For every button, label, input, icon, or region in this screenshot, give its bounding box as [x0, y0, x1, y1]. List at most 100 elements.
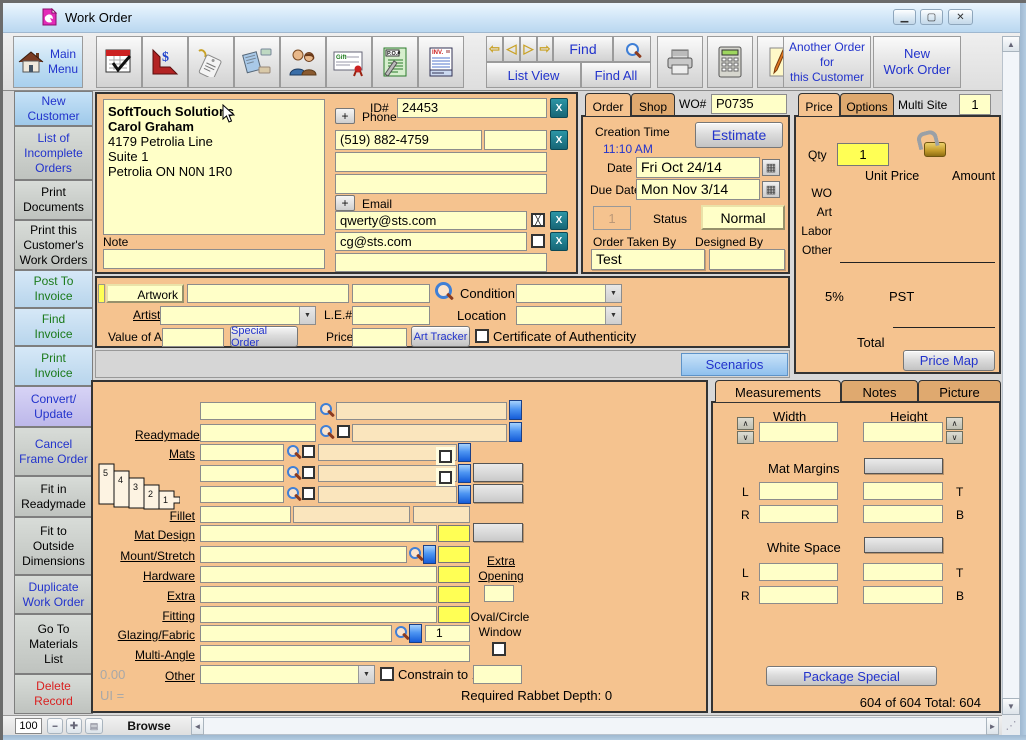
- multi-site-field[interactable]: 1: [959, 94, 991, 115]
- price-tag-button[interactable]: [188, 36, 234, 88]
- height-field[interactable]: [863, 422, 943, 442]
- glazing-field[interactable]: [200, 625, 392, 642]
- mat1-checkbox[interactable]: [302, 445, 315, 458]
- mat1-detail-button[interactable]: [458, 443, 471, 462]
- mat-margins-button[interactable]: [864, 458, 943, 474]
- multi-angle-link[interactable]: Multi-Angle: [135, 648, 195, 662]
- width-increment-button[interactable]: ∧: [737, 417, 754, 430]
- restore-button[interactable]: ▢: [920, 9, 943, 25]
- status-button[interactable]: Normal: [701, 205, 785, 230]
- note-field[interactable]: [103, 249, 325, 269]
- sidebar-find-invoice[interactable]: Find Invoice: [14, 308, 93, 346]
- readymade-search-icon[interactable]: [320, 425, 332, 437]
- hardware-price-field[interactable]: [438, 566, 470, 583]
- mat-design-button[interactable]: [473, 523, 523, 542]
- other-dropdown[interactable]: ▼: [200, 665, 375, 684]
- tab-picture[interactable]: Picture: [918, 380, 1001, 402]
- glazing-qty-dropdown[interactable]: 1: [425, 625, 470, 642]
- id-field[interactable]: 24453: [397, 98, 547, 118]
- phone-field-2[interactable]: [335, 152, 547, 172]
- white-space-right-field[interactable]: [759, 586, 838, 604]
- designed-by-field[interactable]: [709, 249, 785, 270]
- mount-detail-button[interactable]: [423, 545, 436, 564]
- go-next-record-button[interactable]: ▷: [520, 36, 537, 62]
- sidebar-post-to-invoice[interactable]: Post To Invoice: [14, 270, 93, 308]
- customer-address-box[interactable]: SoftTouch Solutions Carol Graham 4179 Pe…: [103, 99, 325, 235]
- mat-margin-right-field[interactable]: [759, 505, 838, 523]
- phone-field-3[interactable]: [335, 174, 547, 194]
- glazing-search-icon[interactable]: [395, 626, 407, 638]
- sidebar-print-invoice[interactable]: Print Invoice: [14, 346, 93, 386]
- sidebar-fit-in-readymade[interactable]: Fit in Readymade: [14, 476, 93, 517]
- height-increment-button[interactable]: ∧: [946, 417, 963, 430]
- mount-search-icon[interactable]: [409, 547, 421, 559]
- copies-field[interactable]: 1: [593, 206, 631, 230]
- phone-clear-button[interactable]: X: [550, 130, 568, 150]
- artist-link[interactable]: Artist: [133, 308, 160, 322]
- another-order-button[interactable]: Another Order for this Customer: [783, 36, 871, 88]
- extra-link[interactable]: Extra: [155, 589, 195, 603]
- mat3-code-field[interactable]: [200, 486, 284, 503]
- readymade-detail-button[interactable]: [509, 422, 522, 442]
- artwork-title-field[interactable]: [187, 284, 349, 303]
- extra-price-field[interactable]: [438, 586, 470, 603]
- new-work-order-button[interactable]: New Work Order: [873, 36, 961, 88]
- mat3-search-icon[interactable]: [287, 487, 299, 499]
- sidebar-print-customers-work-orders[interactable]: Print this Customer's Work Orders: [14, 220, 93, 270]
- email-1-clear-button[interactable]: X: [550, 211, 568, 230]
- mat1-reveal-checkbox[interactable]: [439, 450, 452, 463]
- close-button[interactable]: ✕: [948, 9, 973, 25]
- calculator-button[interactable]: [707, 36, 753, 88]
- hardware-link[interactable]: Hardware: [135, 569, 195, 583]
- artwork-search-icon[interactable]: [435, 282, 452, 299]
- price-lock-icon[interactable]: [924, 142, 946, 157]
- readymade-checkbox[interactable]: [337, 425, 350, 438]
- white-space-left-field[interactable]: [759, 563, 838, 581]
- frame1-code-field[interactable]: [200, 402, 316, 420]
- email-field-3[interactable]: [335, 253, 547, 272]
- value-of-art-field[interactable]: [162, 328, 224, 347]
- tab-options[interactable]: Options: [840, 93, 894, 116]
- fillet-extra-field[interactable]: [413, 506, 470, 523]
- wo-field[interactable]: P0735: [711, 94, 787, 114]
- mats-link[interactable]: Mats: [167, 447, 195, 461]
- special-order-button[interactable]: Special Order: [230, 326, 298, 347]
- add-phone-button[interactable]: +: [335, 108, 355, 124]
- mode-selector[interactable]: Browse: [109, 718, 189, 734]
- phone-field[interactable]: (519) 882-4759: [335, 130, 482, 150]
- email-field-1[interactable]: qwerty@sts.com: [335, 211, 527, 230]
- mat1-search-icon[interactable]: [287, 445, 299, 457]
- due-date-field[interactable]: Mon Nov 3/14: [636, 179, 760, 200]
- go-previous-record-button[interactable]: ◁: [503, 36, 520, 62]
- email-1-checkbox[interactable]: ╳: [531, 213, 545, 227]
- frame1-search-icon[interactable]: [320, 403, 332, 415]
- white-space-top-field[interactable]: [863, 563, 943, 581]
- id-clear-button[interactable]: X: [550, 98, 568, 118]
- extra-opening-link[interactable]: Extra Opening: [475, 554, 527, 584]
- mat3-detail-button[interactable]: [458, 485, 471, 504]
- mat-margin-top-field[interactable]: [863, 482, 943, 500]
- tab-measurements[interactable]: Measurements: [715, 380, 841, 402]
- package-special-button[interactable]: Package Special: [766, 666, 937, 686]
- email-2-checkbox[interactable]: [531, 234, 545, 248]
- multi-angle-field[interactable]: [200, 645, 470, 662]
- sidebar-go-to-materials-list[interactable]: Go To Materials List: [14, 614, 93, 674]
- frame1-desc-field[interactable]: [336, 402, 507, 420]
- mat-margin-bottom-field[interactable]: [863, 505, 943, 523]
- go-last-record-button[interactable]: ⇨: [537, 36, 553, 62]
- extra-field[interactable]: [200, 586, 437, 603]
- order-taken-by-field[interactable]: Test: [591, 249, 705, 270]
- email-field-2[interactable]: cg@sts.com: [335, 232, 527, 251]
- condition-dropdown[interactable]: ▼: [516, 284, 622, 303]
- zoom-level-field[interactable]: 100: [15, 718, 42, 734]
- scroll-down-icon[interactable]: ▼: [1002, 698, 1020, 715]
- email-2-clear-button[interactable]: X: [550, 232, 568, 251]
- mat2-checkbox[interactable]: [302, 466, 315, 479]
- tab-price[interactable]: Price: [798, 93, 840, 116]
- resize-grip[interactable]: ⋰: [1002, 715, 1020, 735]
- mat-margin-left-field[interactable]: [759, 482, 838, 500]
- list-view-button[interactable]: List View: [486, 62, 581, 88]
- zoom-out-button[interactable]: ━: [47, 718, 63, 734]
- hardware-field[interactable]: [200, 566, 437, 583]
- mat2-search-icon[interactable]: [287, 466, 299, 478]
